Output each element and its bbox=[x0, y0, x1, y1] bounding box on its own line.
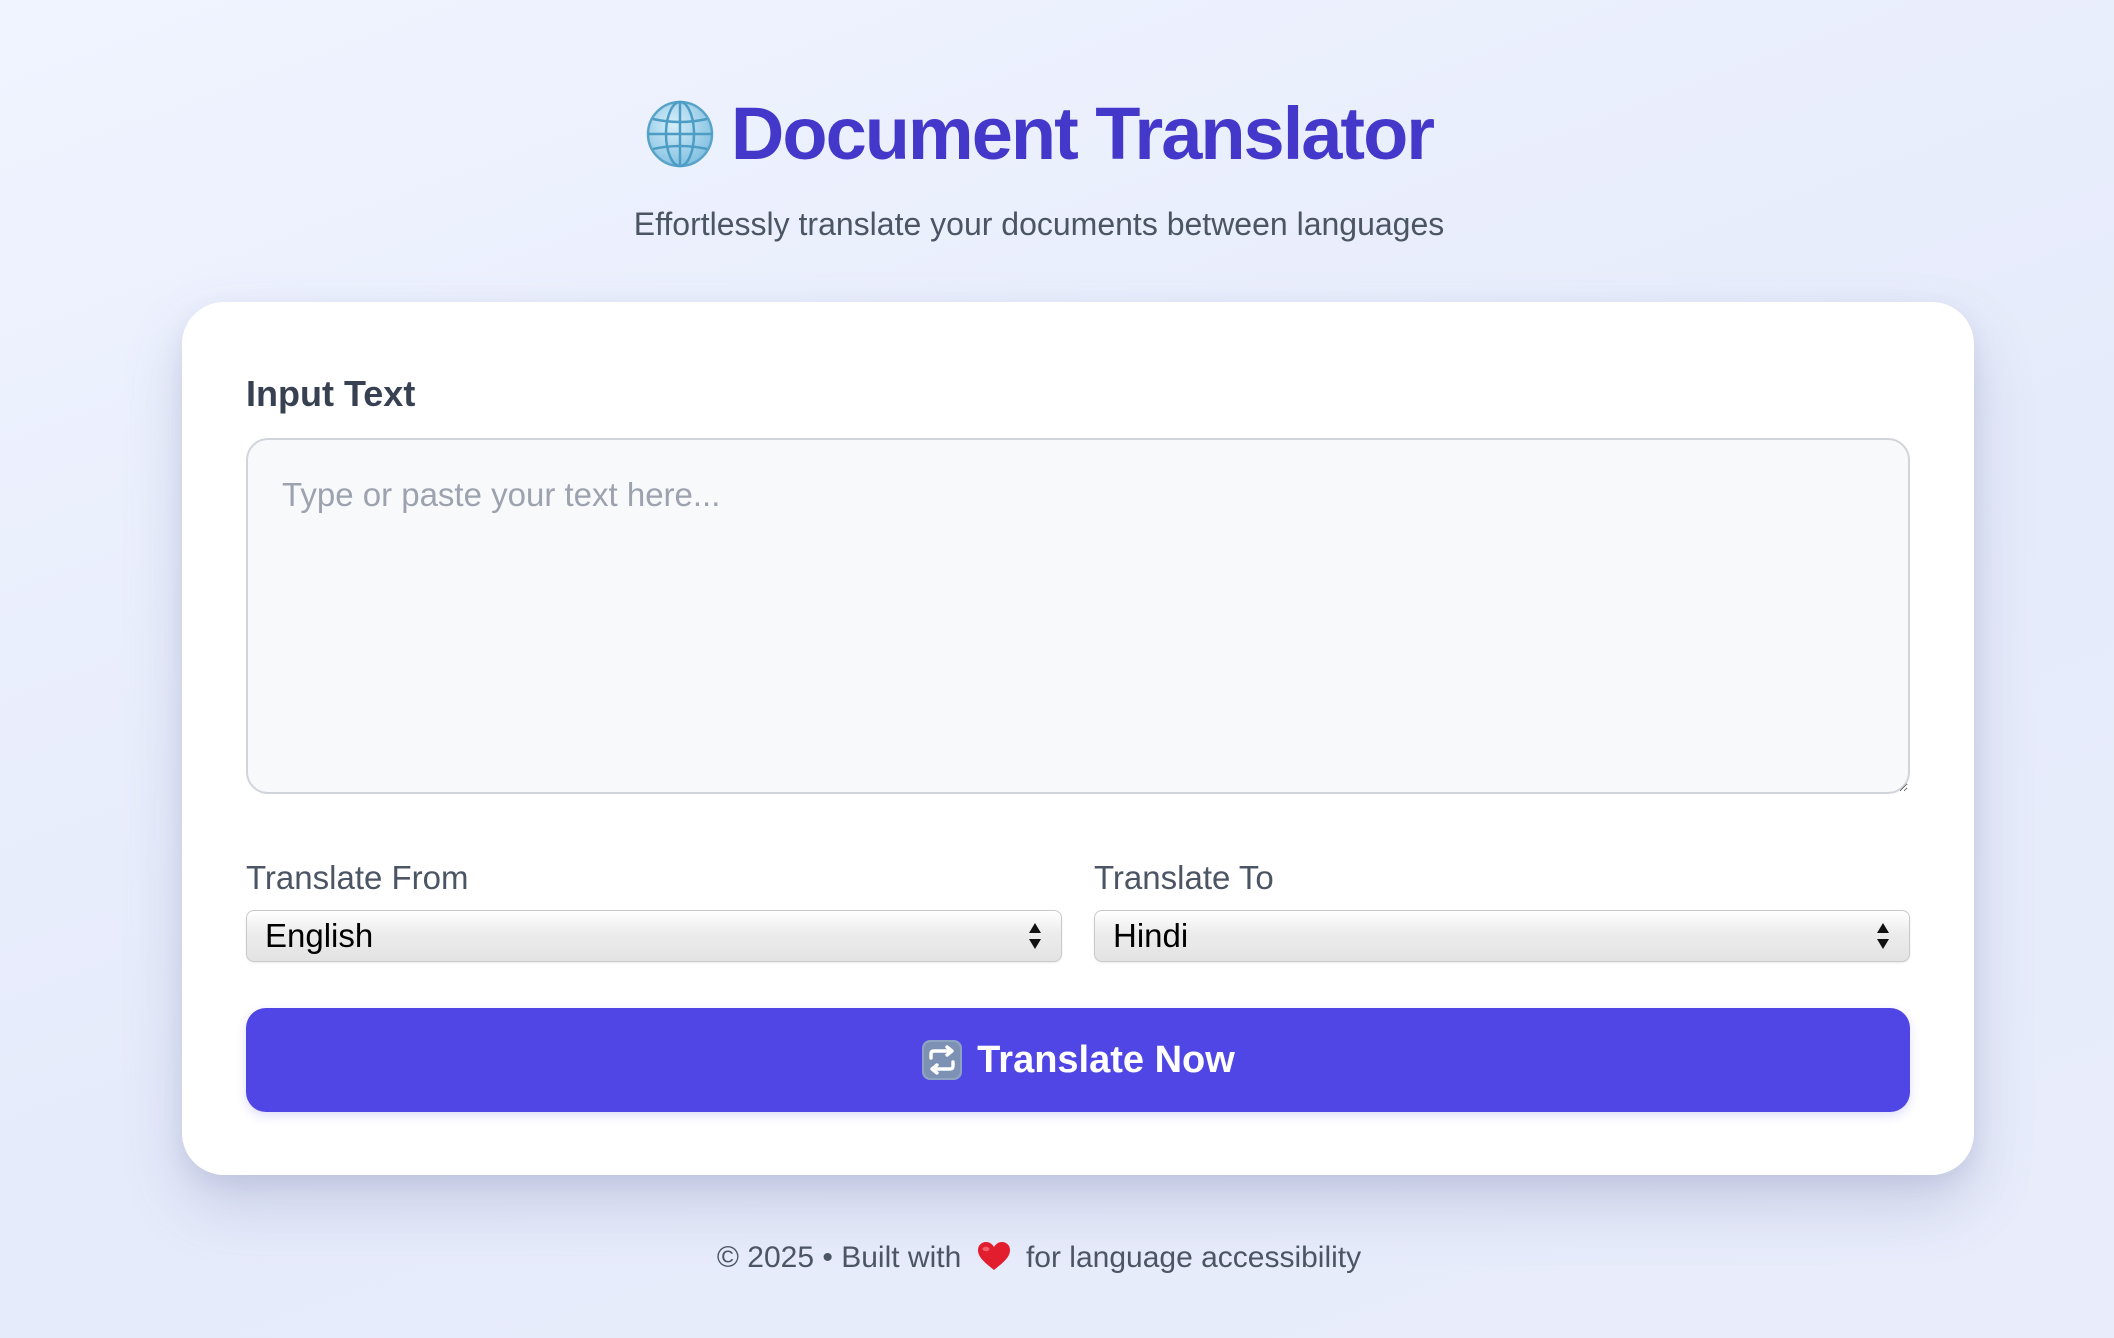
translate-to-label: Translate To bbox=[1094, 859, 1274, 896]
page-header: Document Translator Effortlessly transla… bbox=[0, 92, 2078, 244]
translate-now-button[interactable]: Translate Now bbox=[246, 1008, 1910, 1112]
input-text-area[interactable] bbox=[246, 438, 1910, 794]
globe-icon bbox=[646, 100, 714, 168]
heart-icon bbox=[977, 1242, 1010, 1270]
select-arrows-icon bbox=[1029, 923, 1041, 949]
select-arrows-icon bbox=[1877, 923, 1889, 949]
translate-from-select[interactable]: English bbox=[246, 910, 1062, 962]
translate-from-value: English bbox=[265, 917, 374, 954]
footer-suffix: for language accessibility bbox=[1025, 1241, 1362, 1274]
translate-to-select[interactable]: Hindi bbox=[1094, 910, 1910, 962]
page-footer: © 2025 • Built with for language accessi… bbox=[0, 1238, 2078, 1278]
translate-to-value: Hindi bbox=[1113, 917, 1189, 954]
page-title: Document Translator bbox=[645, 92, 1435, 176]
translate-now-label: Translate Now bbox=[977, 1038, 1235, 1081]
translate-from-label: Translate From bbox=[246, 859, 469, 896]
footer-prefix: © 2025 • Built with bbox=[716, 1241, 962, 1274]
page-title-text: Document Translator bbox=[730, 92, 1435, 175]
input-text-label: Input Text bbox=[246, 373, 416, 414]
repeat-icon bbox=[922, 1040, 963, 1080]
page-subtitle: Effortlessly translate your documents be… bbox=[633, 206, 1445, 242]
translator-card: Input Text Translate From English Transl… bbox=[182, 302, 1974, 1175]
